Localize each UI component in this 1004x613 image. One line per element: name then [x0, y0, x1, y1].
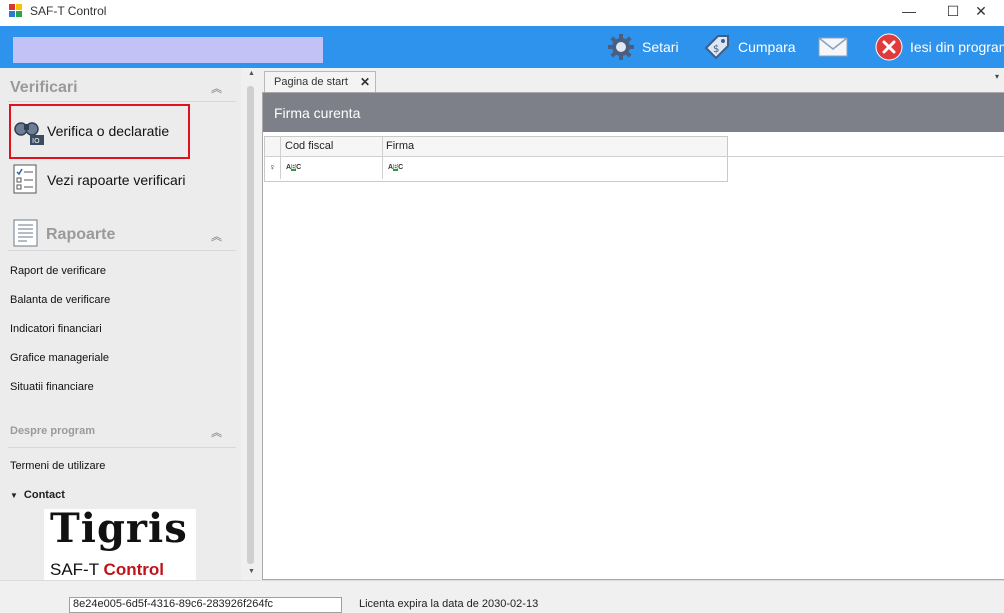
link-termeni-utilizare[interactable]: Termeni de utilizare: [10, 460, 105, 472]
grid-corner: [265, 137, 281, 157]
license-key-field[interactable]: 8e24e005-6d5f-4316-89c6-283926f264fc: [69, 597, 342, 613]
logo-product: SAF-T Control: [50, 560, 164, 579]
setari-label: Setari: [642, 39, 679, 55]
navigation-scrollbar[interactable]: ▲ ▼: [245, 70, 257, 580]
divider: [8, 101, 236, 102]
firma-curenta-header: Firma curenta: [263, 93, 1004, 132]
sidebar-item-label: Verifica o declaratie: [47, 123, 170, 139]
tab-close-icon[interactable]: ✕: [360, 75, 370, 89]
minimize-icon: —: [902, 3, 916, 19]
text-filter-icon: ABC: [286, 164, 302, 171]
minimize-button[interactable]: —: [886, 0, 932, 22]
column-header-firma[interactable]: Firma: [383, 137, 727, 157]
chevron-down-icon: ▼: [10, 491, 18, 500]
tab-label: Pagina de start: [274, 76, 348, 88]
panel-title: Firma curenta: [274, 105, 361, 121]
link-grafice-manageriale[interactable]: Grafice manageriale: [10, 352, 109, 364]
text-filter-icon: ABC: [388, 164, 404, 171]
collapse-rapoarte-icon[interactable]: ︽: [211, 228, 222, 244]
logo-brand: Tigris: [50, 509, 188, 552]
collapse-despre-icon[interactable]: ︽: [211, 424, 222, 440]
license-label-clipped: [6, 600, 46, 607]
link-balanta-verificare[interactable]: Balanta de verificare: [10, 294, 110, 306]
main-toolbar: Setari $ Cumpara Iesi din program: [0, 26, 1004, 68]
scroll-thumb[interactable]: [247, 86, 254, 564]
tab-pagina-de-start[interactable]: Pagina de start ✕: [264, 71, 376, 93]
price-tag-icon: $: [704, 35, 729, 60]
firma-grid: Cod fiscal Firma ♀ ABC ABC: [264, 136, 728, 182]
exit-program-button[interactable]: Iesi din program: [874, 26, 1004, 68]
link-indicatori-financiari[interactable]: Indicatori financiari: [10, 323, 102, 335]
sidebar-item-rapoarte-verificari[interactable]: Vezi rapoarte verificari: [9, 159, 219, 199]
group-verificari-title: Verificari: [10, 79, 78, 96]
tigris-logo: Tigris SAF-T Control: [44, 509, 196, 581]
filter-icon: ♀: [269, 162, 276, 172]
scroll-down-icon[interactable]: ▼: [248, 568, 255, 575]
gear-icon: [608, 34, 634, 60]
close-window-button[interactable]: ✕: [958, 0, 1004, 22]
group-despre-title: Despre program: [10, 425, 95, 437]
link-raport-verificare[interactable]: Raport de verificare: [10, 265, 106, 277]
column-header-cod-fiscal[interactable]: Cod fiscal: [281, 137, 383, 157]
svg-text:IO: IO: [32, 137, 40, 145]
svg-text:$: $: [713, 44, 719, 55]
search-input[interactable]: [13, 37, 323, 63]
sidebar-item-verifica-declaratie[interactable]: IO Verifica o declaratie: [9, 104, 190, 159]
close-circle-icon: [875, 33, 903, 61]
license-expiry-text: Licenta expira la data de 2030-02-13: [359, 598, 539, 610]
scroll-up-icon[interactable]: ▲: [248, 70, 255, 77]
tab-overflow-icon[interactable]: ▾: [995, 72, 999, 81]
contact-label: Contact: [23, 489, 65, 501]
contact-toggle[interactable]: ▼ Contact: [10, 489, 65, 501]
window-title: SAF-T Control: [30, 4, 107, 18]
checklist-icon: [13, 164, 37, 194]
collapse-verificari-icon[interactable]: ︽: [211, 80, 222, 96]
column-header-label: Cod fiscal: [285, 140, 334, 152]
filter-cell-cod-fiscal[interactable]: ABC: [281, 157, 383, 179]
filter-cell-firma[interactable]: ABC: [383, 157, 727, 179]
filter-row-indicator: ♀: [265, 157, 281, 179]
close-icon: ✕: [975, 2, 987, 19]
envelope-icon: [818, 37, 848, 57]
group-rapoarte-title: Rapoarte: [46, 226, 116, 243]
cumpara-label: Cumpara: [738, 39, 796, 55]
link-situatii-financiare[interactable]: Situatii financiare: [10, 381, 94, 393]
window-titlebar: SAF-T Control — ☐ ✕: [0, 0, 1004, 26]
report-icon: [13, 219, 38, 247]
grid-header-filler: [726, 136, 1004, 157]
binoculars-icon: IO: [14, 122, 44, 145]
column-header-label: Firma: [386, 140, 415, 152]
app-icon: [9, 4, 23, 18]
exit-label: Iesi din program: [910, 39, 1004, 55]
cumpara-button[interactable]: $ Cumpara: [702, 26, 796, 68]
email-button[interactable]: [818, 26, 854, 68]
divider: [8, 250, 236, 251]
sidebar-item-label: Vezi rapoarte verificari: [47, 172, 186, 188]
setari-button[interactable]: Setari: [606, 26, 679, 68]
divider: [8, 447, 236, 448]
